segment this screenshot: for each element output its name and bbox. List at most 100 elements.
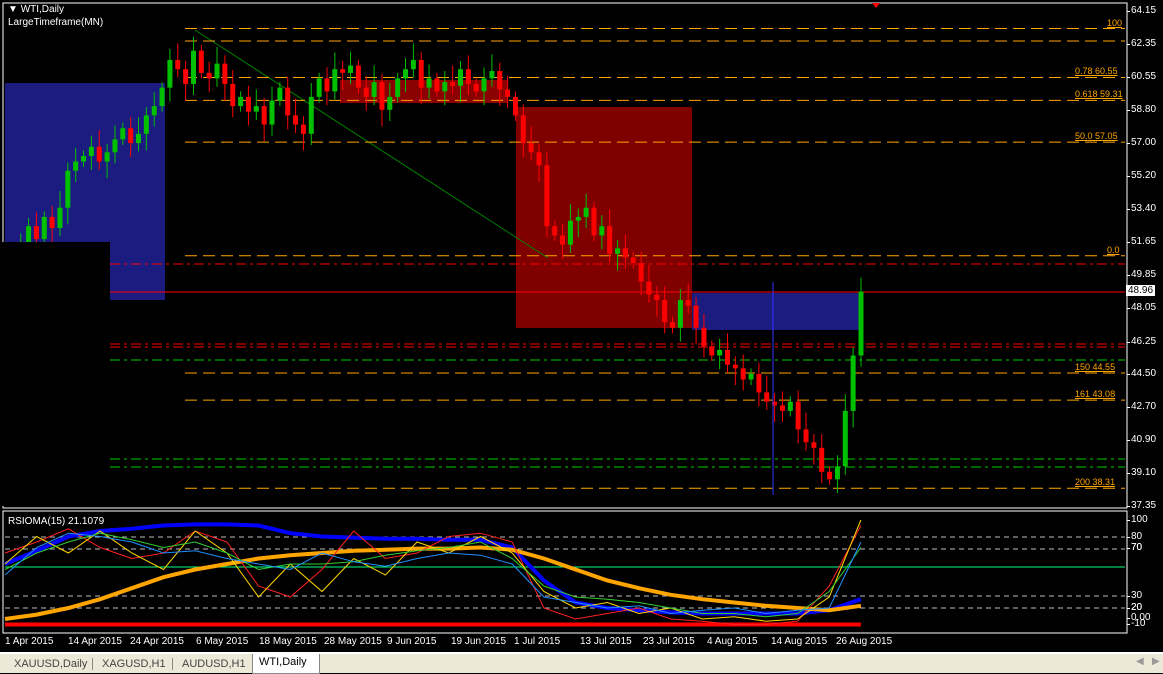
- candle-body: [615, 248, 621, 254]
- price-axis-label: 60.55: [1126, 71, 1157, 82]
- tab-xagusd[interactable]: XAGUSD,H1: [96, 656, 172, 673]
- zone-blue-2: [692, 293, 860, 330]
- candle-body: [481, 78, 487, 92]
- candle-body: [842, 410, 848, 467]
- candle-body: [599, 226, 605, 236]
- price-axis-label: 62.35: [1126, 38, 1157, 49]
- candle-body: [489, 71, 495, 79]
- date-axis-label: 18 May 2015: [259, 636, 317, 647]
- candle-body: [505, 89, 511, 97]
- rsioma-title: RSIOMA(15) 21.1079: [8, 516, 105, 527]
- candle-body: [403, 69, 409, 79]
- price-axis-label: 55.20: [1126, 170, 1157, 181]
- candle-body: [670, 322, 676, 328]
- candle-body: [740, 368, 746, 380]
- candle-body: [465, 69, 471, 84]
- candle-body: [198, 50, 204, 73]
- candle-body: [49, 216, 55, 229]
- tab-wti[interactable]: WTI,Daily: [252, 654, 320, 674]
- chart-canvas[interactable]: [0, 0, 1163, 652]
- fib-label: 0.618 59.31: [1075, 89, 1123, 100]
- fib-label: 161 43.08: [1075, 389, 1116, 400]
- price-axis-label: 57.00: [1126, 137, 1157, 148]
- candle-body: [583, 207, 589, 217]
- candle-body: [183, 69, 189, 84]
- indicator-series-slow-blue: [4, 522, 862, 616]
- candle-body: [607, 226, 613, 254]
- dropdown-triangle-icon[interactable]: ▼: [8, 4, 21, 15]
- fib-label: 100: [1107, 17, 1123, 28]
- candle-body: [575, 216, 581, 221]
- candle-body: [120, 128, 126, 140]
- candle-body: [73, 161, 79, 171]
- candle-body: [717, 349, 723, 356]
- price-axis-label: 53.40: [1126, 203, 1157, 214]
- chart-title: ▼ WTI,Daily: [8, 4, 65, 15]
- indicator-axis-label: 70: [1126, 542, 1143, 553]
- candle-body: [724, 349, 730, 365]
- scroll-left-icon[interactable]: ◀: [1136, 656, 1144, 667]
- candle-body: [300, 124, 306, 134]
- date-axis-label: 6 May 2015: [196, 636, 249, 647]
- candle-body: [340, 69, 346, 73]
- date-axis-label: 14 Apr 2015: [68, 636, 122, 647]
- candle-body: [81, 155, 87, 162]
- candle-body: [677, 300, 683, 328]
- candle-body: [536, 152, 542, 166]
- candle-body: [355, 65, 361, 88]
- candle-body: [811, 442, 817, 448]
- candle-body: [269, 100, 275, 125]
- candle-body: [732, 364, 738, 369]
- candle-body: [222, 63, 228, 84]
- candle-body: [379, 82, 385, 110]
- indicator-series-yellow: [4, 519, 862, 622]
- candle-body: [685, 300, 691, 306]
- candle-body: [159, 87, 165, 107]
- candle-body: [65, 170, 71, 208]
- candle-body: [567, 220, 573, 245]
- price-axis-label: 40.90: [1126, 434, 1157, 445]
- indicator-frame: [2, 510, 1128, 634]
- candle-body: [520, 115, 526, 144]
- candle-body: [850, 355, 856, 411]
- candle-body: [803, 429, 809, 443]
- candle-body: [646, 281, 652, 295]
- price-axis-label: 58.80: [1126, 104, 1157, 115]
- candle-body: [426, 78, 432, 88]
- candle-body: [819, 447, 825, 472]
- candle-body: [709, 346, 715, 356]
- candle-body: [167, 59, 173, 88]
- candle-body: [654, 294, 660, 301]
- candle-body: [316, 78, 322, 97]
- tab-xauusd[interactable]: XAUUSD,Daily: [8, 656, 93, 673]
- candle-body: [88, 146, 94, 156]
- candle-body: [795, 401, 801, 430]
- candle-body: [787, 401, 793, 411]
- date-axis-label: 19 Jun 2015: [451, 636, 507, 647]
- fib-trendline: [194, 29, 549, 259]
- candle-body: [497, 71, 503, 90]
- price-axis-label: 48.05: [1126, 302, 1157, 313]
- candle-body: [450, 82, 456, 86]
- candle-body: [410, 59, 416, 70]
- candle-body: [175, 59, 181, 70]
- candle-body: [442, 82, 448, 92]
- candle-body: [363, 87, 369, 97]
- candle-body: [560, 235, 566, 245]
- overlay-box: [0, 242, 110, 506]
- tab-audusd[interactable]: AUDUSD,H1: [176, 656, 252, 673]
- date-axis-label: 1 Jul 2015: [514, 636, 561, 647]
- candle-body: [285, 87, 291, 116]
- price-axis-label: 39.10: [1126, 467, 1157, 478]
- indicator-axis-label: 100: [1127, 514, 1148, 525]
- candle-body: [293, 115, 299, 125]
- candle-body: [33, 226, 39, 240]
- candle-body: [434, 78, 440, 92]
- candle-body: [764, 392, 770, 402]
- scroll-right-icon[interactable]: ▶: [1152, 656, 1160, 667]
- shift-marker-icon[interactable]: [872, 3, 880, 8]
- candle-body: [512, 96, 518, 116]
- candle-body: [779, 405, 785, 411]
- candle-body: [418, 59, 424, 88]
- candle-body: [591, 207, 597, 236]
